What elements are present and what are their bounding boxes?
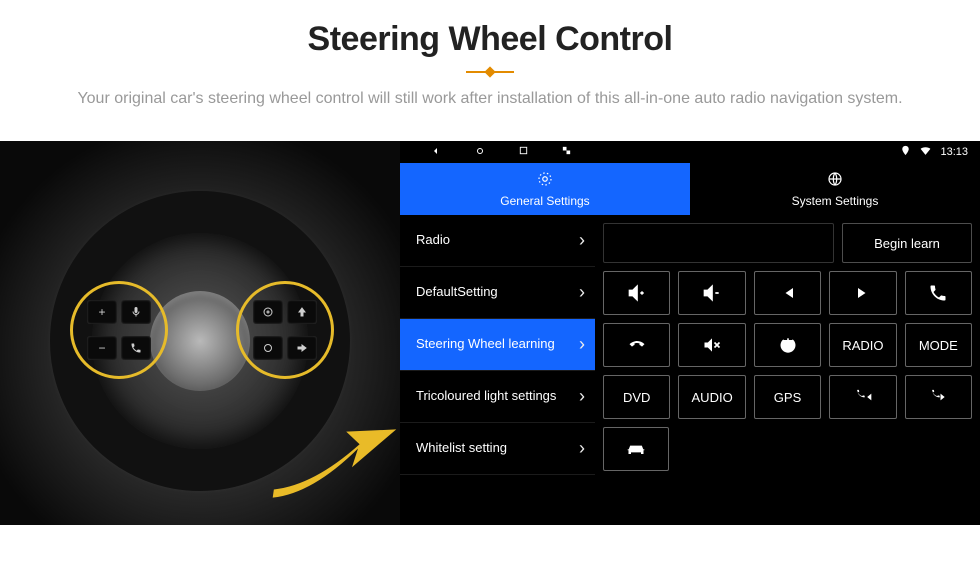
sidebar-item-swc-learning[interactable]: Steering Wheel learning ›: [400, 319, 595, 371]
swc-prev-button[interactable]: [754, 271, 821, 315]
steering-wheel-photo: + −: [0, 141, 400, 525]
home-icon[interactable]: [474, 145, 486, 160]
title-underline: [466, 71, 514, 73]
swc-phone-next-button[interactable]: [905, 375, 972, 419]
wifi-icon: [919, 144, 932, 160]
pod-btn-plus: +: [87, 300, 117, 324]
sidebar-item-label: Whitelist setting: [416, 441, 507, 455]
clock: 13:13: [940, 146, 968, 158]
swc-power-button[interactable]: [754, 323, 821, 367]
begin-learn-label: Begin learn: [874, 236, 940, 251]
pod-btn-minus: −: [87, 336, 117, 360]
sidebar-item-radio[interactable]: Radio ›: [400, 215, 595, 267]
sidebar-item-label: Steering Wheel learning: [416, 337, 555, 351]
begin-learn-button[interactable]: Begin learn: [842, 223, 972, 263]
pod-btn-right: [287, 336, 317, 360]
swc-learning-panel: Begin learn RADIO MODE: [595, 215, 980, 525]
settings-sidebar: Radio › DefaultSetting › Steering Wheel …: [400, 215, 595, 525]
learn-status-slot: [603, 223, 834, 263]
swc-vol-down-button[interactable]: [678, 271, 745, 315]
pod-btn-up: [287, 300, 317, 324]
chevron-right-icon: ›: [579, 439, 585, 459]
sidebar-item-label: DefaultSetting: [416, 285, 498, 299]
swc-phone-prev-button[interactable]: [829, 375, 896, 419]
back-icon[interactable]: [430, 145, 442, 160]
sidebar-item-tricolour[interactable]: Tricoloured light settings ›: [400, 371, 595, 423]
chevron-right-icon: ›: [579, 335, 585, 355]
page-subtitle: Your original car's steering wheel contr…: [75, 87, 905, 111]
steering-right-pod: [236, 281, 334, 379]
tab-system-label: System Settings: [792, 194, 879, 208]
swc-mode-button[interactable]: MODE: [905, 323, 972, 367]
swc-car-button[interactable]: [603, 427, 669, 471]
pod-btn-phone: [121, 336, 151, 360]
sidebar-item-label: Radio: [416, 233, 450, 247]
swc-vol-up-button[interactable]: [603, 271, 670, 315]
swc-gps-button[interactable]: GPS: [754, 375, 821, 419]
pod-btn-disc: [253, 300, 283, 324]
recent-icon[interactable]: [518, 145, 529, 159]
chevron-right-icon: ›: [579, 283, 585, 303]
chevron-right-icon: ›: [579, 387, 585, 407]
sidebar-item-label: Tricoloured light settings: [416, 389, 556, 403]
swc-next-button[interactable]: [829, 271, 896, 315]
callout-arrow-icon: [255, 413, 400, 523]
head-unit-screen: 13:13 General Settings System Settings R…: [400, 141, 980, 525]
tab-general-label: General Settings: [500, 194, 589, 208]
swc-dvd-button[interactable]: DVD: [603, 375, 670, 419]
swc-hangup-button[interactable]: [603, 323, 670, 367]
swc-radio-button[interactable]: RADIO: [829, 323, 896, 367]
pod-btn-circle: [253, 336, 283, 360]
steering-left-pod: + −: [70, 281, 168, 379]
tab-general-settings[interactable]: General Settings: [400, 163, 690, 215]
swc-mute-button[interactable]: [678, 323, 745, 367]
gear-icon: [536, 170, 554, 191]
page-title: Steering Wheel Control: [40, 20, 940, 59]
android-status-bar: 13:13: [400, 141, 980, 163]
sidebar-item-whitelist[interactable]: Whitelist setting ›: [400, 423, 595, 475]
pod-btn-voice: [121, 300, 151, 324]
swc-audio-button[interactable]: AUDIO: [678, 375, 745, 419]
gps-icon: [900, 145, 911, 159]
screenshot-icon[interactable]: [561, 145, 572, 159]
globe-icon: [826, 170, 844, 191]
chevron-right-icon: ›: [579, 231, 585, 251]
tab-system-settings[interactable]: System Settings: [690, 163, 980, 215]
sidebar-item-default[interactable]: DefaultSetting ›: [400, 267, 595, 319]
swc-phone-button[interactable]: [905, 271, 972, 315]
